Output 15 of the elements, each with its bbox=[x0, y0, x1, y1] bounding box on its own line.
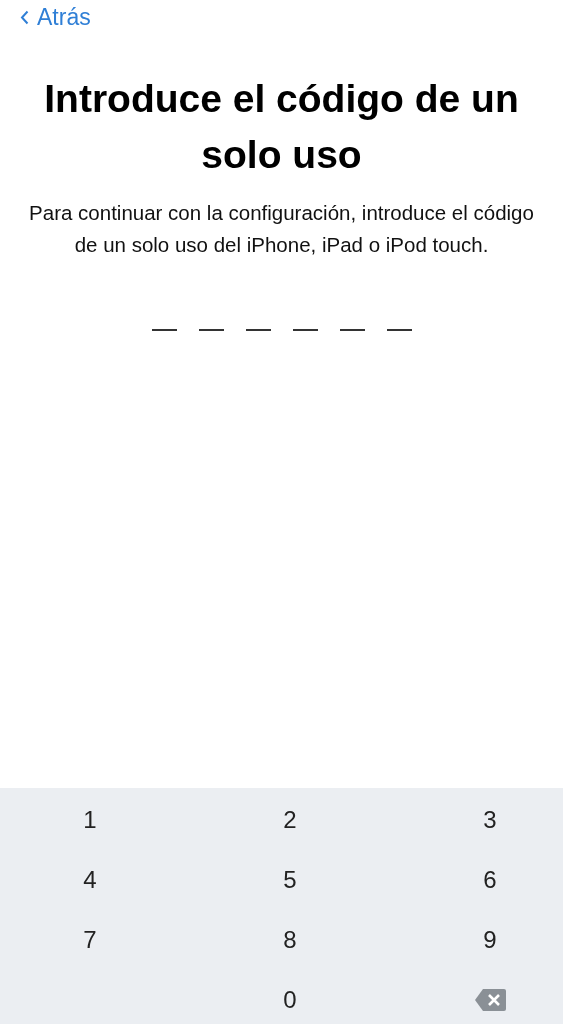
page-title: Introduce el código de un solo uso bbox=[43, 76, 520, 178]
digit-key[interactable]: 4 bbox=[60, 850, 120, 910]
digit-key[interactable]: 8 bbox=[260, 910, 320, 970]
digit-key[interactable]: 9 bbox=[460, 910, 520, 970]
backspace-icon bbox=[473, 988, 507, 1012]
digit-key[interactable]: 3 bbox=[460, 790, 520, 850]
digit-key[interactable]: 6 bbox=[460, 850, 520, 910]
description-text: Para continuar con la configuración, introduce el código de un solo uso del iPhone, iPad o iPod touch. bbox=[28, 200, 535, 258]
chevron-left-icon bbox=[20, 10, 29, 25]
digit-key[interactable]: 1 bbox=[60, 790, 120, 850]
digit-key[interactable]: 5 bbox=[260, 850, 320, 910]
digit-key[interactable]: 2 bbox=[260, 790, 320, 850]
back-button[interactable]: Atrás bbox=[20, 4, 91, 31]
digit-key[interactable]: 7 bbox=[60, 910, 120, 970]
digit-key[interactable]: 0 bbox=[260, 970, 320, 1024]
